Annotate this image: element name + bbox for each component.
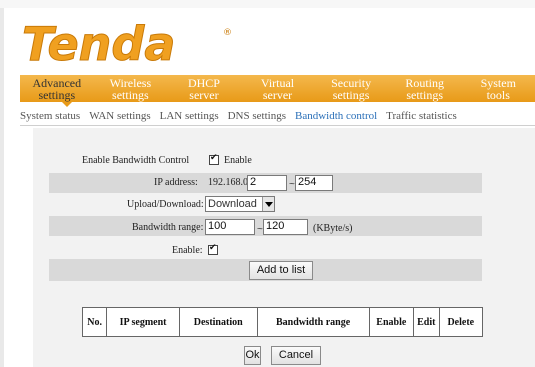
sub-nav-divider: [20, 125, 535, 126]
svg-text:Tenda: Tenda: [22, 22, 175, 66]
nav-advanced-settings[interactable]: Advanced settings: [20, 75, 94, 102]
direction-selected-value: Download: [208, 198, 257, 210]
bandwidth-min-input[interactable]: 100: [205, 219, 255, 235]
nav-wireless-settings[interactable]: Wireless settings: [94, 75, 168, 102]
bandwidth-range-separator: ~: [257, 224, 263, 235]
ip-prefix: 192.168.0.: [208, 177, 251, 188]
bandwidth-range-label: Bandwidth range:: [132, 222, 204, 233]
col-edit: Edit: [412, 307, 440, 337]
active-nav-caret-icon: [62, 102, 72, 107]
tenda-logo: Tenda ®: [22, 22, 233, 66]
bandwidth-max-input[interactable]: 120: [263, 219, 308, 235]
direction-select[interactable]: Download: [205, 196, 275, 212]
ip-end-input[interactable]: 254: [295, 175, 333, 191]
ip-start-input[interactable]: 2: [247, 175, 287, 191]
ip-range-separator: ~: [289, 179, 295, 190]
ip-address-label: IP address:: [154, 177, 198, 188]
col-delete: Delete: [438, 307, 484, 337]
bandwidth-rules-table: No. IP segment Destination Bandwidth ran…: [81, 307, 484, 337]
nav-system-tools[interactable]: System tools: [461, 75, 535, 102]
left-edge: [0, 8, 4, 367]
col-bandwidth-range: Bandwidth range: [256, 307, 370, 337]
top-strip: [0, 0, 535, 8]
nav-security-settings[interactable]: Security settings: [314, 75, 388, 102]
enable-bandwidth-label: Enable Bandwidth Control: [82, 155, 190, 166]
cancel-button[interactable]: Cancel: [271, 346, 321, 365]
svg-text:®: ®: [223, 28, 232, 38]
direction-label: Upload/Download:: [127, 199, 204, 210]
bandwidth-unit: (KByte/s): [313, 223, 353, 234]
enable-bandwidth-text: Enable: [224, 155, 252, 166]
ok-button[interactable]: Ok: [244, 346, 261, 365]
nav-virtual-server[interactable]: Virtual server: [241, 75, 315, 102]
enable-label: Enable:: [172, 245, 203, 256]
col-enable: Enable: [368, 307, 414, 337]
main-nav: Advanced settings Wireless settings DHCP…: [20, 75, 535, 102]
enable-checkbox[interactable]: [208, 243, 218, 255]
add-to-list-button[interactable]: Add to list: [249, 261, 313, 280]
table-header-row: No. IP segment Destination Bandwidth ran…: [81, 307, 484, 337]
col-ip-segment: IP segment: [106, 307, 180, 337]
col-no: No.: [81, 307, 108, 337]
chevron-down-icon[interactable]: [262, 197, 274, 211]
nav-dhcp-server[interactable]: DHCP server: [167, 75, 241, 102]
col-destination: Destination: [178, 307, 258, 337]
enable-bandwidth-checkbox[interactable]: [209, 153, 219, 165]
nav-routing-settings[interactable]: Routing settings: [388, 75, 462, 102]
